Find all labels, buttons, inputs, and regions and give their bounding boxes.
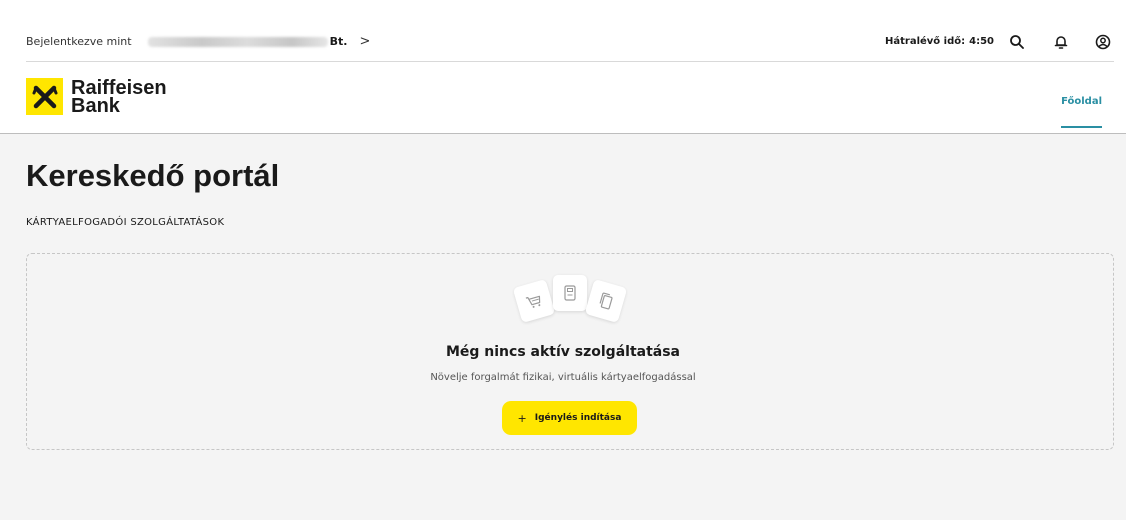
shopping-cart-card	[512, 279, 556, 323]
plus-icon: +	[517, 411, 527, 425]
empty-state-illustration	[509, 271, 629, 331]
section-heading-card-acceptance: KÁRTYAELFOGADÓI SZOLGÁLTATÁSOK	[26, 217, 225, 228]
logged-in-as-label: Bejelentkezve mint	[26, 35, 132, 48]
nav-tab-home[interactable]: Főoldal	[1061, 96, 1102, 128]
logo-wordmark: Raiffeisen Bank	[71, 76, 167, 117]
account-switch-chevron-icon[interactable]: >	[359, 34, 370, 49]
session-timer-value: 4:50	[969, 36, 994, 47]
user-circle-icon[interactable]	[1092, 31, 1114, 53]
pos-terminal-icon	[564, 285, 576, 301]
raiffeisen-logo[interactable]: Raiffeisen Bank	[26, 76, 167, 117]
start-application-label: Igénylés indítása	[534, 413, 622, 423]
search-icon[interactable]	[1006, 31, 1028, 53]
card-stack-icon	[599, 292, 613, 310]
empty-state-subtitle: Növelje forgalmát fizikai, virtuális kár…	[430, 372, 696, 383]
bell-icon[interactable]	[1050, 31, 1072, 53]
user-bar: Bejelentkezve mint Bt. > Hátralévő idő: …	[26, 22, 1114, 62]
logo-line-2: Bank	[71, 94, 120, 117]
top-header: Bejelentkezve mint Bt. > Hátralévő idő: …	[0, 0, 1126, 134]
header-actions: Hátralévő idő: 4:50	[885, 31, 1114, 53]
raiffeisen-logo-mark-icon	[26, 78, 63, 115]
card-stack-card	[584, 279, 628, 323]
brand-bar: Raiffeisen Bank Főoldal	[0, 62, 1126, 134]
pos-terminal-card	[553, 275, 587, 311]
company-suffix: Bt.	[329, 35, 348, 48]
company-name-redacted	[147, 36, 328, 47]
session-timer-label: Hátralévő idő:	[885, 36, 966, 47]
empty-state-title: Még nincs aktív szolgáltatása	[445, 344, 681, 360]
logo-line-1: Raiffeisen	[71, 76, 167, 99]
shopping-cart-icon	[525, 295, 541, 308]
page-title: Kereskedő portál	[26, 158, 280, 193]
start-application-button[interactable]: + Igénylés indítása	[502, 401, 637, 435]
